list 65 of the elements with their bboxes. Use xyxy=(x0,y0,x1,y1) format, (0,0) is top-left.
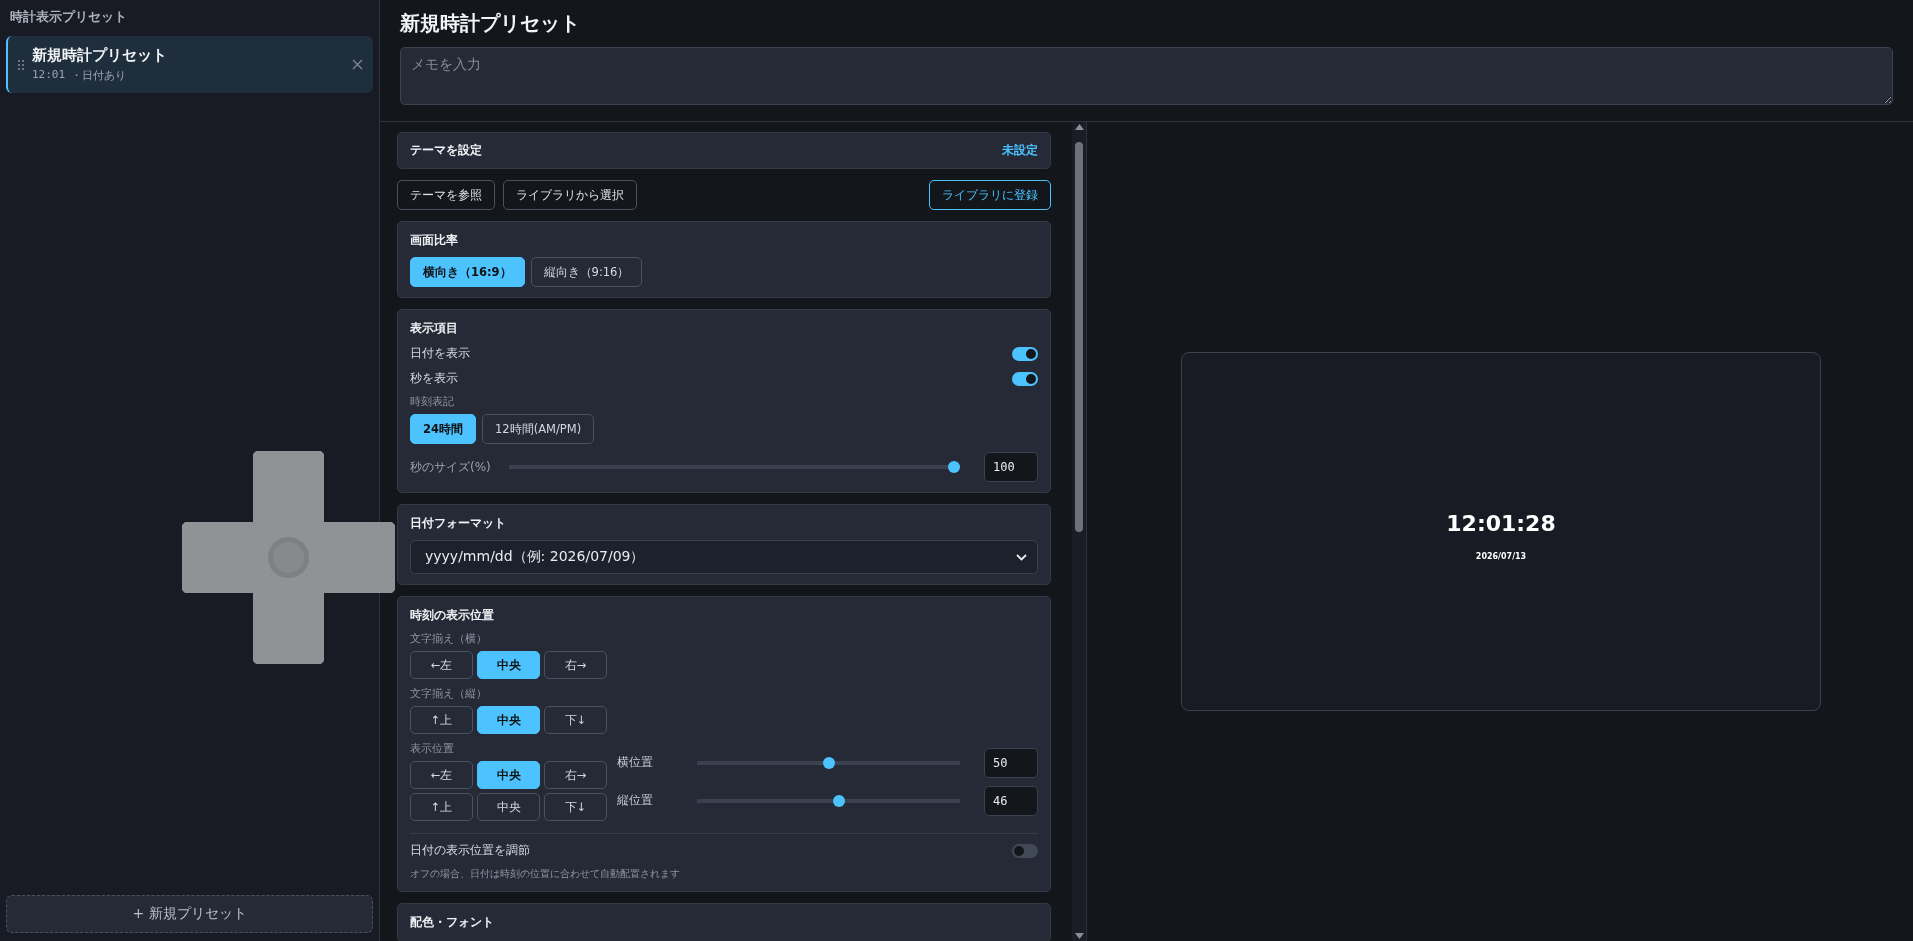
section-title: 時刻の表示位置 xyxy=(410,607,494,624)
theme-button[interactable]: テーマを参照 xyxy=(397,180,495,210)
close-icon[interactable] xyxy=(352,59,363,70)
field-caption: 文字揃え（縦） xyxy=(410,687,487,701)
option-button[interactable]: 右→ xyxy=(544,651,607,679)
drag-handle-icon[interactable] xyxy=(18,59,24,70)
option-button[interactable]: 24時間 xyxy=(410,414,476,444)
field-caption: 表示位置 xyxy=(410,742,454,756)
slider-thumb[interactable] xyxy=(948,461,960,473)
number-field[interactable]: 100 xyxy=(984,452,1038,482)
option-button[interactable]: 下↓ xyxy=(544,706,607,734)
date-format-select[interactable]: yyyy/mm/dd（例: 2026/07/09） xyxy=(410,540,1038,574)
option-button[interactable]: 縦向き（9:16） xyxy=(530,257,643,287)
slider-label: 横位置 xyxy=(617,754,654,771)
option-button[interactable]: ↑上 xyxy=(410,706,473,734)
new-preset-button[interactable]: + 新規プリセット xyxy=(6,895,373,933)
toggle-switch[interactable] xyxy=(1012,371,1038,386)
theme-status: 未設定 xyxy=(1002,142,1038,159)
option-button[interactable]: 横向き（16:9） xyxy=(410,257,525,287)
theme-button[interactable]: ライブラリに登録 xyxy=(929,180,1051,210)
sidebar-heading: 時計表示プリセット xyxy=(9,8,128,26)
clock-date: 2026/07/13 xyxy=(1475,551,1527,561)
theme-button[interactable]: ライブラリから選択 xyxy=(503,180,637,210)
scroll-up-icon[interactable] xyxy=(1074,124,1084,130)
toggle-label: 日付を表示 xyxy=(410,345,470,362)
section-title: 表示項目 xyxy=(410,320,458,337)
preset-detail: ・日付あり xyxy=(71,68,127,83)
memo-field[interactable]: メモを入力 xyxy=(400,47,1893,105)
option-button[interactable]: 下↓ xyxy=(544,793,607,821)
chevron-down-icon xyxy=(1016,553,1027,561)
section-title: 配色・フォント xyxy=(410,914,494,931)
option-button[interactable]: ←左 xyxy=(410,761,473,789)
scrollbar[interactable] xyxy=(1072,122,1086,941)
preset-time: 12:01 xyxy=(32,68,66,83)
scroll-down-icon[interactable] xyxy=(1074,933,1084,939)
number-field[interactable]: 46 xyxy=(984,785,1038,816)
section-title: 日付フォーマット xyxy=(410,515,506,532)
slider-thumb[interactable] xyxy=(822,756,835,769)
toggle-switch[interactable] xyxy=(1012,843,1038,858)
direction-pad[interactable] xyxy=(182,451,395,664)
preset-title: 新規時計プリセット xyxy=(32,46,167,65)
section-title: 画面比率 xyxy=(410,232,458,249)
clock-time: 12:01:28 xyxy=(1446,510,1556,536)
slider-label: 縦位置 xyxy=(617,792,654,809)
preset-item[interactable]: 新規時計プリセット 12:01 ・日付あり xyxy=(6,36,373,93)
option-button[interactable]: ←左 xyxy=(410,651,473,679)
toggle-label: 秒を表示 xyxy=(410,370,458,387)
option-button[interactable]: 中央 xyxy=(477,706,540,734)
preset-title: 新規時計プリセット xyxy=(400,10,580,37)
option-button[interactable]: ↑上 xyxy=(410,793,473,821)
field-caption: 文字揃え（横） xyxy=(410,632,487,646)
option-button[interactable]: 12時間(AM/PM) xyxy=(482,414,595,444)
number-field[interactable]: 50 xyxy=(984,747,1038,778)
toggle-label: 日付の表示位置を調節 xyxy=(410,842,530,859)
slider-label: 秒のサイズ(%) xyxy=(410,458,491,476)
option-button[interactable]: 右→ xyxy=(544,761,607,789)
option-button[interactable]: 中央 xyxy=(477,793,540,821)
toggle-switch[interactable] xyxy=(1012,346,1038,361)
slider-thumb[interactable] xyxy=(832,794,845,807)
scrollbar-thumb[interactable] xyxy=(1075,142,1083,532)
section-title: テーマを設定 xyxy=(410,142,482,159)
field-caption: 時刻表記 xyxy=(410,395,454,409)
option-button[interactable]: 中央 xyxy=(477,651,540,679)
help-text: オフの場合、日付は時刻の位置に合わせて自動配置されます xyxy=(410,867,680,881)
option-button[interactable]: 中央 xyxy=(477,761,540,789)
